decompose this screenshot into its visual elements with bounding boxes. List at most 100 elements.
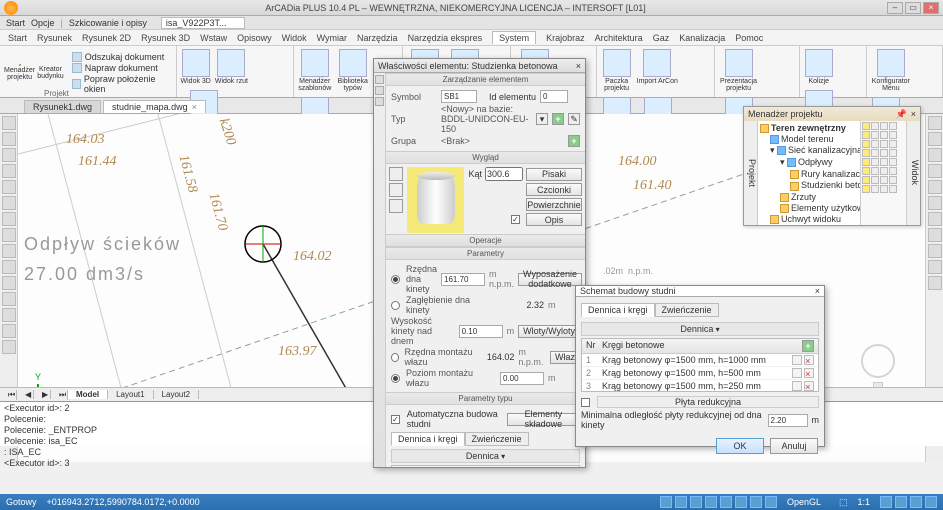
angle-input[interactable] xyxy=(485,167,523,181)
rdk-input[interactable] xyxy=(441,273,485,286)
desc-button[interactable]: Opis xyxy=(526,213,582,226)
section-header[interactable]: Parametry typu xyxy=(386,392,585,405)
tab-widok[interactable]: Widok xyxy=(282,33,307,43)
dialog-close-icon[interactable]: × xyxy=(576,61,581,71)
tab-wymiar[interactable]: Wymiar xyxy=(317,33,347,43)
ribbon-item[interactable]: Odszukaj dokument xyxy=(85,52,165,62)
row-action-icon[interactable] xyxy=(792,355,802,365)
status-scale[interactable]: 1:1 xyxy=(857,497,870,507)
tab-system[interactable]: System xyxy=(492,31,536,44)
section-header[interactable]: Parametry xyxy=(386,247,585,260)
dennica-dropdown[interactable]: Dennica xyxy=(680,324,713,334)
row-delete-icon[interactable]: × xyxy=(804,368,814,378)
radio[interactable] xyxy=(391,353,399,362)
type-library-icon[interactable] xyxy=(339,49,367,77)
snap-icon[interactable] xyxy=(705,496,717,508)
list-item[interactable]: 3Krąg betonowy φ=1500 mm, h=250 mm× xyxy=(582,380,818,393)
tab-dennica[interactable]: Dennica i kręgi xyxy=(581,303,655,317)
radio[interactable] xyxy=(391,275,400,284)
id-input[interactable] xyxy=(540,90,568,103)
snap-icon[interactable] xyxy=(675,496,687,508)
template-manager-icon[interactable] xyxy=(301,49,329,77)
tab-opisowy[interactable]: Opisowy xyxy=(237,33,272,43)
tool-icon[interactable] xyxy=(928,164,942,178)
layout-tab[interactable]: Layout1 xyxy=(108,390,153,399)
fix-windows-icon[interactable] xyxy=(72,79,81,89)
tab-narzex[interactable]: Narzędzia ekspres xyxy=(408,33,483,43)
tool-icon[interactable] xyxy=(928,228,942,242)
doc-tab[interactable]: Rysunek1.dwg xyxy=(24,100,101,113)
close-button[interactable]: × xyxy=(923,2,939,14)
pm-close-icon[interactable]: × xyxy=(911,109,916,119)
tool-icon[interactable] xyxy=(928,132,942,146)
row-delete-icon[interactable]: × xyxy=(804,355,814,365)
cancel-button[interactable]: Anuluj xyxy=(770,438,818,454)
tool-icon[interactable] xyxy=(2,148,16,162)
tool-icon[interactable] xyxy=(928,276,942,290)
tab-zwienczenie[interactable]: Zwieńczenie xyxy=(655,303,719,317)
pm-layer-toggles[interactable] xyxy=(860,121,906,225)
pin-icon[interactable]: 📌 xyxy=(896,109,907,120)
layout-nav-next[interactable]: ▶ xyxy=(34,390,51,399)
view-plan-icon[interactable] xyxy=(217,49,245,77)
pm-side-tab[interactable]: Projekt xyxy=(744,121,758,225)
qat-item[interactable]: Opcje xyxy=(31,18,55,28)
reduction-plate-dropdown[interactable]: Płyta redukcyjna xyxy=(597,396,819,408)
type-add-icon[interactable]: + xyxy=(552,113,564,125)
snap-icon[interactable] xyxy=(690,496,702,508)
tool-icon[interactable] xyxy=(2,132,16,146)
auto-build-checkbox[interactable]: ✓ xyxy=(391,415,400,424)
tool-icon[interactable] xyxy=(2,276,16,290)
radio[interactable] xyxy=(391,301,400,310)
tool-icon[interactable] xyxy=(2,292,16,306)
symbol-input[interactable] xyxy=(441,90,477,103)
repair-doc-icon[interactable] xyxy=(72,63,82,73)
sidebar-icon[interactable] xyxy=(375,75,384,84)
components-button[interactable]: Elementy składowe xyxy=(507,413,580,426)
tab-zwienczenie[interactable]: Zwieńczenie xyxy=(465,432,529,446)
wkd-input[interactable] xyxy=(459,325,503,338)
tool-icon[interactable] xyxy=(2,308,16,322)
layout-nav-prev[interactable]: ◀ xyxy=(17,390,34,399)
fonts-button[interactable]: Czcionki xyxy=(526,183,582,196)
tab-arch[interactable]: Architektura xyxy=(595,33,643,43)
tool-icon[interactable] xyxy=(2,212,16,226)
status-icon[interactable] xyxy=(910,496,922,508)
type-browse-icon[interactable]: ▾ xyxy=(536,113,548,125)
type-edit-icon[interactable]: ✎ xyxy=(568,113,580,125)
tool-icon[interactable] xyxy=(2,260,16,274)
tool-icon[interactable] xyxy=(2,324,16,338)
tab-gaz[interactable]: Gaz xyxy=(653,33,670,43)
tab-dennica[interactable]: Dennica i kręgi xyxy=(391,432,465,446)
tool-icon[interactable] xyxy=(928,116,942,130)
group-add-icon[interactable]: + xyxy=(568,135,580,147)
collisions-icon[interactable] xyxy=(805,49,833,77)
ribbon-item[interactable]: Napraw dokument xyxy=(85,63,158,73)
sidebar-icon[interactable] xyxy=(375,86,384,95)
reduction-plate-checkbox[interactable] xyxy=(581,398,590,407)
qat-command-combo[interactable]: isa_V922P3T... xyxy=(161,17,246,29)
section-header[interactable]: Zarządzanie elementem xyxy=(386,73,585,86)
sidebar-icon[interactable] xyxy=(375,97,384,106)
status-icon[interactable] xyxy=(895,496,907,508)
tab-kraj[interactable]: Krajobraz xyxy=(546,33,585,43)
preview-btn[interactable] xyxy=(389,183,403,197)
close-tab-icon[interactable]: × xyxy=(192,102,197,112)
layout-tab-model[interactable]: Model xyxy=(68,390,108,399)
status-icon[interactable] xyxy=(880,496,892,508)
inlets-button[interactable]: Wloty/Wyloty xyxy=(518,325,580,338)
menu-configurator-icon[interactable] xyxy=(877,49,905,77)
tab-rys3d[interactable]: Rysunek 3D xyxy=(141,33,190,43)
layout-nav-first[interactable]: ⏮ xyxy=(0,390,17,400)
preview-btn[interactable] xyxy=(389,199,403,213)
snap-icon[interactable] xyxy=(720,496,732,508)
radio[interactable] xyxy=(391,374,400,383)
section-header[interactable]: Operacje xyxy=(386,234,585,247)
view3d-icon[interactable] xyxy=(182,49,210,77)
snap-icon[interactable] xyxy=(660,496,672,508)
tool-icon[interactable] xyxy=(928,196,942,210)
tool-icon[interactable] xyxy=(2,164,16,178)
tool-icon[interactable] xyxy=(2,196,16,210)
row-action-icon[interactable] xyxy=(792,381,802,391)
find-doc-icon[interactable] xyxy=(72,52,82,62)
